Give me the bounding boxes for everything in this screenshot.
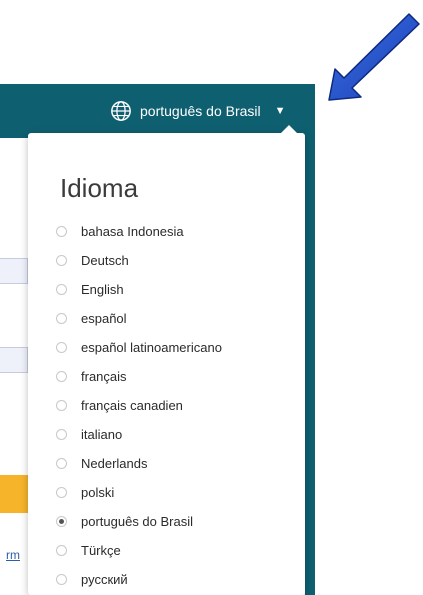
language-dropdown: Idioma bahasa Indonesia Deutsch English esp…	[28, 125, 305, 595]
radio-button[interactable]	[56, 226, 67, 237]
language-option-label: Türkçe	[81, 543, 121, 558]
language-option[interactable]: Nederlands	[56, 449, 222, 478]
language-option[interactable]: bahasa Indonesia	[56, 217, 222, 246]
language-option-label: Deutsch	[81, 253, 129, 268]
background-link: rm	[6, 548, 20, 562]
dropdown-notch	[281, 125, 297, 133]
radio-button[interactable]	[56, 429, 67, 440]
radio-button[interactable]	[56, 342, 67, 353]
radio-button[interactable]	[56, 400, 67, 411]
language-option[interactable]: italiano	[56, 420, 222, 449]
language-option-label: bahasa Indonesia	[81, 224, 184, 239]
language-option[interactable]: polski	[56, 478, 222, 507]
language-option[interactable]: русский	[56, 565, 222, 594]
radio-button[interactable]	[56, 545, 67, 556]
radio-button[interactable]	[56, 574, 67, 585]
globe-icon	[111, 101, 131, 121]
language-option-label: português do Brasil	[81, 514, 194, 529]
language-option[interactable]: Türkçe	[56, 536, 222, 565]
language-option[interactable]: English	[56, 275, 222, 304]
dropdown-title: Idioma	[60, 173, 139, 203]
current-language-label: português do Brasil	[140, 103, 261, 119]
chevron-down-icon: ▼	[274, 105, 286, 117]
language-list: bahasa Indonesia Deutsch English español esp…	[56, 217, 222, 594]
right-background-panel	[305, 138, 315, 595]
language-selector-toggle[interactable]: português do Brasil ▼	[110, 96, 286, 126]
background-input-field	[0, 258, 28, 284]
radio-button[interactable]	[56, 313, 67, 324]
language-option[interactable]: français	[56, 362, 222, 391]
language-option[interactable]: Deutsch	[56, 246, 222, 275]
background-button	[0, 475, 28, 513]
radio-button[interactable]	[56, 371, 67, 382]
background-input-field	[0, 347, 28, 373]
language-option-label: polski	[81, 485, 115, 500]
language-option-label: Nederlands	[81, 456, 148, 471]
radio-button[interactable]	[56, 284, 67, 295]
radio-button[interactable]	[56, 255, 67, 266]
language-option[interactable]: español latinoamericano	[56, 333, 222, 362]
language-option-label: italiano	[81, 427, 123, 442]
language-option-label: español latinoamericano	[81, 340, 222, 355]
language-option[interactable]: français canadien	[56, 391, 222, 420]
language-option[interactable]: español	[56, 304, 222, 333]
language-option[interactable]: português do Brasil	[56, 507, 222, 536]
language-option-label: español	[81, 311, 127, 326]
language-option-label: русский	[81, 572, 128, 587]
language-option-label: français canadien	[81, 398, 183, 413]
radio-button[interactable]	[56, 458, 67, 469]
radio-button[interactable]	[56, 487, 67, 498]
language-option-label: français	[81, 369, 127, 384]
language-option-label: English	[81, 282, 124, 297]
radio-button[interactable]	[56, 516, 67, 527]
